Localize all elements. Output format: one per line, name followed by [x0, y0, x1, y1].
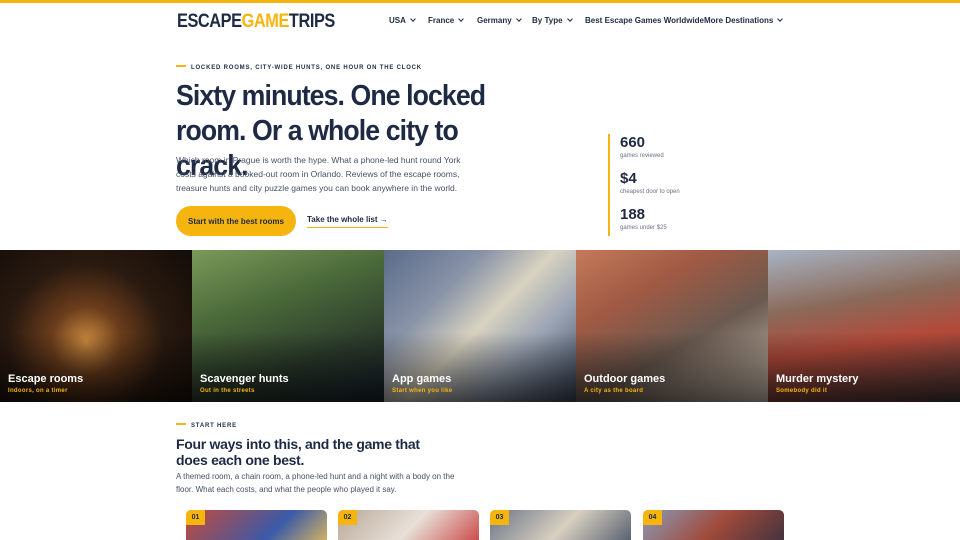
site-header: ESCAPEGAMETRIPS USA France Germany By Ty…	[0, 3, 960, 41]
section-eyebrow: START HERE	[176, 423, 237, 429]
hero-eyebrow: LOCKED ROOMS, CITY-WIDE HUNTS, ONE HOUR …	[176, 65, 422, 71]
tile-scavenger-hunts[interactable]: Scavenger hunts Out in the streets	[192, 250, 384, 402]
stats-panel: 660 games reviewed $4 cheapest door to o…	[608, 134, 728, 236]
whole-list-link[interactable]: Take the whole list →	[307, 215, 388, 228]
hero-description: Which room in Prague is worth the hype. …	[176, 155, 461, 193]
section-description: A themed room, a chain room, a phone-led…	[176, 472, 455, 494]
stat-games-under-25: 188 games under $25	[620, 206, 667, 232]
main-nav: USA France Germany By Type Best Escape G…	[0, 16, 960, 30]
feature-card[interactable]: 02	[338, 510, 479, 540]
tile-murder-mystery[interactable]: Murder mystery Somebody did it	[768, 250, 960, 402]
nav-item-by-type[interactable]: By Type	[532, 16, 573, 25]
nav-item-usa[interactable]: USA	[389, 16, 416, 25]
tile-escape-rooms[interactable]: Escape rooms Indoors, on a timer	[0, 250, 192, 402]
start-best-rooms-button[interactable]: Start with the best rooms	[176, 206, 296, 236]
stat-games-reviewed: 660 games reviewed	[620, 134, 664, 160]
tile-app-games[interactable]: App games Start when you like	[384, 250, 576, 402]
chevron-down-icon	[777, 16, 784, 22]
nav-item-germany[interactable]: Germany	[477, 16, 522, 25]
tile-outdoor-games[interactable]: Outdoor games A city as the board	[576, 250, 768, 402]
chevron-down-icon	[458, 16, 465, 22]
feature-card[interactable]: 03	[490, 510, 631, 540]
feature-card[interactable]: 04	[643, 510, 784, 540]
nav-item-best-worldwide[interactable]: Best Escape Games Worldwide	[585, 16, 704, 25]
section-title: Four ways into this, and the game that d…	[176, 436, 420, 468]
stat-cheapest-door: $4 cheapest door to open	[620, 170, 680, 196]
category-tiles: Escape rooms Indoors, on a timer Scaveng…	[0, 250, 960, 402]
feature-card[interactable]: 01	[186, 510, 327, 540]
chevron-down-icon	[566, 16, 573, 22]
nav-item-more-destinations[interactable]: More Destinations	[704, 16, 784, 25]
nav-item-france[interactable]: France	[428, 16, 465, 25]
chevron-down-icon	[515, 16, 522, 22]
chevron-down-icon	[410, 16, 416, 22]
